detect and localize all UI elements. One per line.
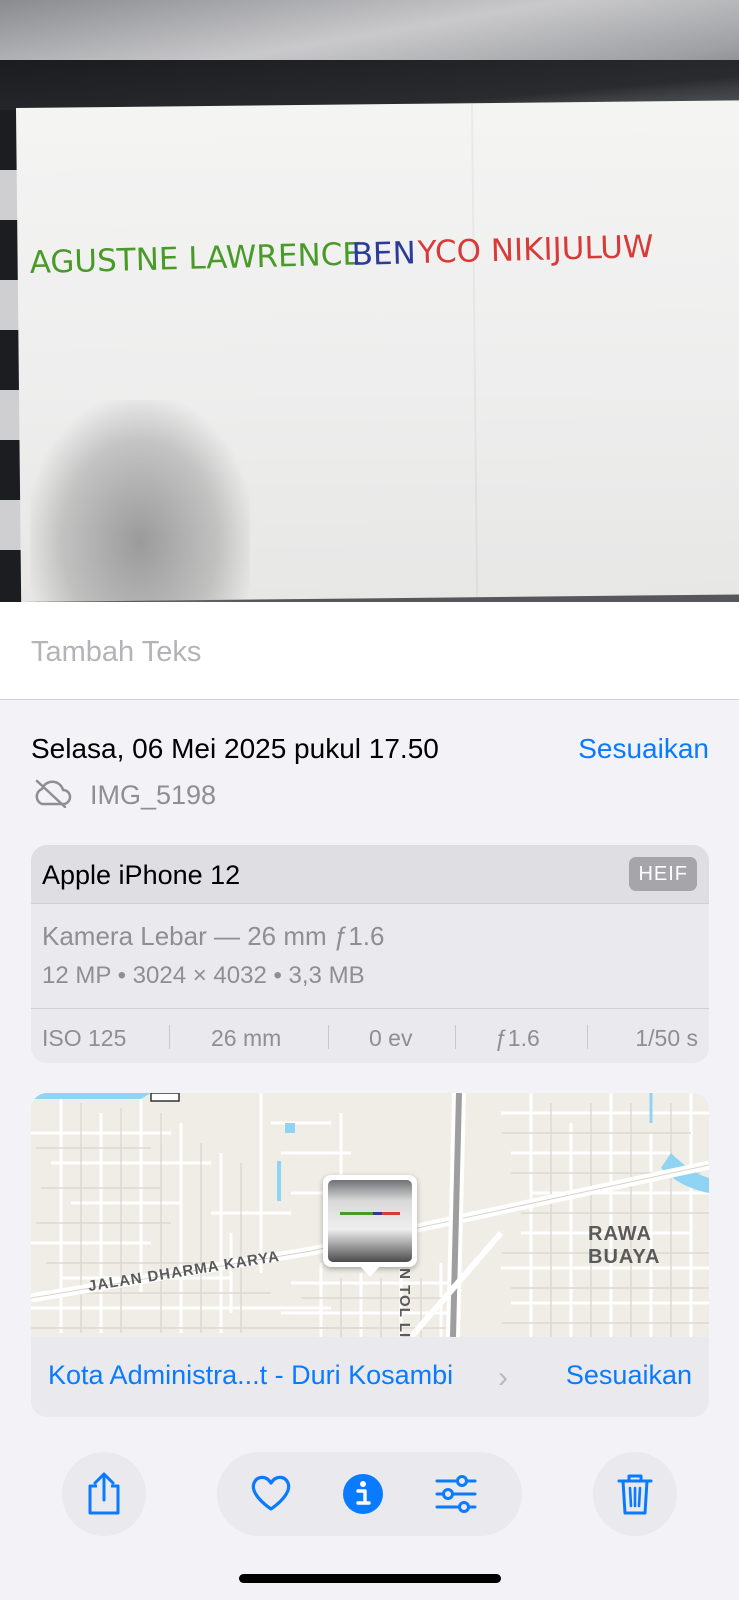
exif-exposure: 0 ev [369, 1025, 413, 1051]
share-icon [88, 1472, 120, 1515]
map-view[interactable]: JALAN DHARMA KARYA JALAN TOL LI RAWA BUA… [31, 1093, 709, 1337]
caption-input[interactable]: Tambah Teks [31, 636, 201, 669]
exif-iso: ISO 125 [42, 1025, 127, 1051]
paper-fold [470, 103, 479, 598]
adjust-date-button[interactable]: Sesuaikan [578, 733, 709, 765]
handwriting-green: AGUSTNE LAWRENCE [30, 236, 362, 281]
location-map-card: JALAN DHARMA KARYA JALAN TOL LI RAWA BUA… [31, 1093, 709, 1417]
exif-divider [455, 1025, 456, 1049]
device-name: Apple iPhone 12 [42, 860, 241, 890]
heart-icon[interactable] [250, 1473, 292, 1513]
camera-card-header: Apple iPhone 12 HEIF [31, 845, 709, 904]
lens-info: Kamera Lebar — 26 mm ƒ1.6 [42, 921, 385, 951]
exif-divider [169, 1025, 170, 1049]
exif-aperture: ƒ1.6 [495, 1025, 540, 1051]
map-pin-pointer [359, 1265, 381, 1277]
trash-icon [617, 1474, 653, 1515]
file-name: IMG_5198 [90, 780, 217, 810]
map-photo-pin[interactable] [323, 1175, 417, 1267]
photo-viewer[interactable]: AGUSTNE LAWRENCE BEN YCO NIKIJULUW [0, 0, 739, 602]
exif-divider [587, 1025, 588, 1049]
cloud-off-icon [35, 779, 72, 808]
photo-actions-group [217, 1452, 522, 1536]
exif-divider [328, 1025, 329, 1049]
info-icon[interactable] [342, 1473, 384, 1515]
chevron-right-icon: › [498, 1361, 508, 1394]
share-button[interactable] [62, 1452, 146, 1536]
image-specs: 12 MP • 3024 × 4032 • 3,3 MB [42, 962, 365, 989]
format-badge: HEIF [629, 857, 697, 891]
hand-shadow [30, 400, 250, 602]
handwriting-red: YCO NIKIJULUW [416, 229, 654, 271]
adjust-location-button[interactable]: Sesuaikan [566, 1360, 692, 1391]
location-row[interactable]: Kota Administra...t - Duri Kosambi › Ses… [31, 1337, 709, 1417]
map-photo-thumbnail [328, 1180, 412, 1262]
exif-focal-length: 26 mm [211, 1025, 282, 1051]
photo-date: Selasa, 06 Mei 2025 pukul 17.50 [31, 733, 439, 764]
home-indicator [239, 1574, 501, 1583]
handwriting-blue: BEN [351, 235, 416, 273]
adjust-sliders-icon[interactable] [434, 1474, 478, 1514]
map-area-label: RAWA BUAYA [588, 1223, 661, 1268]
exif-row: ISO 125 26 mm 0 ev ƒ1.6 1/50 s [31, 1008, 709, 1063]
location-name[interactable]: Kota Administra...t - Duri Kosambi [48, 1360, 453, 1391]
delete-button[interactable] [593, 1452, 677, 1536]
handwritten-name: AGUSTNE LAWRENCE BEN YCO NIKIJULUW [30, 229, 654, 281]
exif-shutter: 1/50 s [635, 1025, 698, 1051]
caption-area: Tambah Teks [0, 602, 739, 700]
camera-info-card: Apple iPhone 12 HEIF Kamera Lebar — 26 m… [31, 845, 709, 1063]
